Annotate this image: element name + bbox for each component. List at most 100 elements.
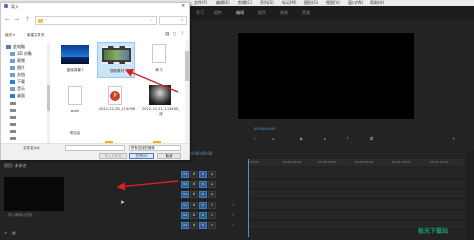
scroll-thumb[interactable] (185, 51, 189, 81)
track-v1[interactable] (248, 190, 464, 199)
track-target-v2[interactable]: V2 (181, 181, 189, 188)
sidebar-item-pictures[interactable]: 图片 (10, 64, 25, 71)
track-sync-icon[interactable]: ⇆ (199, 171, 207, 178)
track-target-a2[interactable]: A2 (181, 212, 189, 219)
sidebar-item-music[interactable]: 音乐 (10, 85, 25, 92)
dialog-titlebar[interactable]: 导入 × (1, 3, 189, 10)
sidebar-item-documents[interactable]: 文档 (10, 71, 25, 78)
drive-icon[interactable] (10, 137, 16, 140)
sidebar-item-label: 文档 (17, 72, 25, 77)
list-view-icon[interactable]: ≡ (4, 230, 7, 235)
track-eye-icon[interactable]: ◉ (208, 171, 216, 178)
sidebar-item-this-pc[interactable]: 此电脑 (6, 43, 25, 50)
file-item-selected[interactable]: 视频素材 (97, 42, 135, 78)
mic-icon[interactable]: ♪ (232, 213, 234, 217)
watermark-logo: 极光下载站 (418, 228, 449, 235)
dropdown-icon[interactable]: ⌄ (150, 17, 153, 22)
track-sync-icon[interactable]: ⇆ (199, 202, 207, 209)
back-icon[interactable]: ← (5, 16, 10, 23)
workspace-tab-effects[interactable]: 效果 (280, 6, 288, 20)
filetype-select[interactable]: 所有支持的媒体 (129, 145, 181, 151)
step-back-icon[interactable]: ◂ (272, 136, 274, 141)
lift-icon[interactable]: ⇡ (346, 136, 349, 141)
track-eye-icon[interactable]: ◉ (208, 181, 216, 188)
help-icon[interactable]: ? (181, 32, 183, 37)
track-mute-icon[interactable]: M (208, 222, 216, 229)
workspace-tab-audio[interactable]: 音频 (302, 6, 310, 20)
mic-icon[interactable]: ♪ (232, 203, 234, 207)
play-icon[interactable]: ▶ (300, 136, 303, 141)
ruler-tick: 00:01:15:00 (430, 160, 449, 164)
sidebar-item-downloads[interactable]: 下载 (10, 78, 25, 85)
close-icon[interactable]: × (181, 3, 185, 9)
track-sync-icon[interactable]: ⇆ (199, 222, 207, 229)
track-lock-icon[interactable]: ◘ (190, 212, 198, 219)
track-sync-icon[interactable]: ⇆ (199, 181, 207, 188)
track-lock-icon[interactable]: ◘ (190, 202, 198, 209)
new-folder-button[interactable]: 新建文件夹 (27, 33, 45, 38)
filename-input[interactable] (65, 145, 125, 151)
playhead[interactable] (248, 159, 249, 237)
view-options-icon[interactable]: ▤ (165, 32, 169, 37)
add-button-icon[interactable]: + (452, 136, 455, 141)
track-a2[interactable] (248, 211, 464, 220)
track-lock-icon[interactable]: ◘ (190, 181, 198, 188)
track-lock-icon[interactable]: ◘ (190, 171, 198, 178)
track-v3[interactable] (248, 170, 464, 179)
workspace-tab-assembly[interactable]: 组件 (214, 6, 222, 20)
file-item[interactable]: 练习 (141, 43, 177, 77)
track-target-v3[interactable]: V3 (181, 171, 189, 178)
open-button[interactable]: 打开(O) (129, 153, 154, 159)
organize-button[interactable]: 组织 ▾ (5, 33, 15, 38)
download-icon (10, 80, 15, 84)
track-target-v1[interactable]: V1 (181, 191, 189, 198)
mic-icon[interactable]: ♪ (232, 223, 234, 227)
up-icon[interactable]: ↑ (25, 16, 30, 23)
track-a1[interactable] (248, 201, 464, 210)
sidebar-item-videos[interactable]: 视频 (10, 57, 25, 64)
ppt-file-icon: P (108, 86, 122, 105)
preview-pane-icon[interactable]: ▯ (173, 32, 175, 37)
sidebar-item-desktop[interactable]: 桌面 (10, 92, 25, 99)
sidebar-item-3d-objects[interactable]: 3D 对象 (10, 50, 32, 57)
search-icon: ⌕ (181, 17, 184, 23)
address-bar[interactable]: › ⌄ (35, 16, 157, 25)
track-target-a3[interactable]: A3 (181, 222, 189, 229)
file-item[interactable]: 蓝晓背景1 (57, 43, 93, 77)
import-folder-button[interactable]: 导入文件夹 (99, 153, 127, 159)
grid-view-icon[interactable]: ▦ (12, 230, 16, 235)
drive-icon[interactable] (10, 102, 16, 105)
drive-icon[interactable] (10, 116, 16, 119)
track-mute-icon[interactable]: M (208, 212, 216, 219)
search-input[interactable]: ⌕ (159, 16, 187, 25)
track-sync-icon[interactable]: ⇆ (199, 191, 207, 198)
cube-icon (10, 52, 15, 56)
sidebar-scroll-thumb[interactable] (47, 85, 50, 111)
import-dialog: 导入 × ← → ↑ › ⌄ ⌕ 组织 ▾ 新建文件夹 ▤ ▯ ? 此电脑 3D… (0, 2, 190, 160)
workspace-tab-color[interactable]: 颜色 (258, 6, 266, 20)
track-lock-icon[interactable]: ◘ (190, 222, 198, 229)
drive-icon[interactable] (10, 123, 16, 126)
track-v2[interactable] (248, 180, 464, 189)
track-eye-icon[interactable]: ◉ (208, 191, 216, 198)
workspace-tab-editing[interactable]: 编辑 (236, 6, 244, 20)
mark-in-icon[interactable]: ⊢ (254, 136, 257, 141)
file-item[interactable]: P 2022-12-28_113058 (97, 85, 137, 121)
workspace-tab-learn[interactable]: 学习 (196, 6, 204, 20)
step-forward-icon[interactable]: ▸ (324, 136, 326, 141)
screenshot-root: 文件(F) 编辑(E) 剪辑(C) 序列(S) 标记(M) 图形(G) 视图(V… (0, 0, 474, 240)
track-target-a1[interactable]: A1 (181, 202, 189, 209)
drive-icon[interactable] (10, 130, 16, 133)
track-sync-icon[interactable]: ⇆ (199, 212, 207, 219)
file-list-scrollbar[interactable] (185, 41, 189, 145)
forward-icon[interactable]: → (14, 16, 19, 23)
cancel-button[interactable]: 取消 (157, 153, 181, 159)
drive-icon[interactable] (10, 109, 16, 112)
file-item[interactable]: 项目名 (57, 125, 93, 143)
camera-icon[interactable]: ◘ (370, 136, 373, 141)
mouse-cursor-icon: ➤ (120, 199, 126, 206)
file-item[interactable]: 2022-12-21_113400_线 (141, 85, 181, 121)
track-mute-icon[interactable]: M (208, 202, 216, 209)
track-lock-icon[interactable]: ◘ (190, 191, 198, 198)
file-item[interactable]: work (57, 85, 93, 119)
